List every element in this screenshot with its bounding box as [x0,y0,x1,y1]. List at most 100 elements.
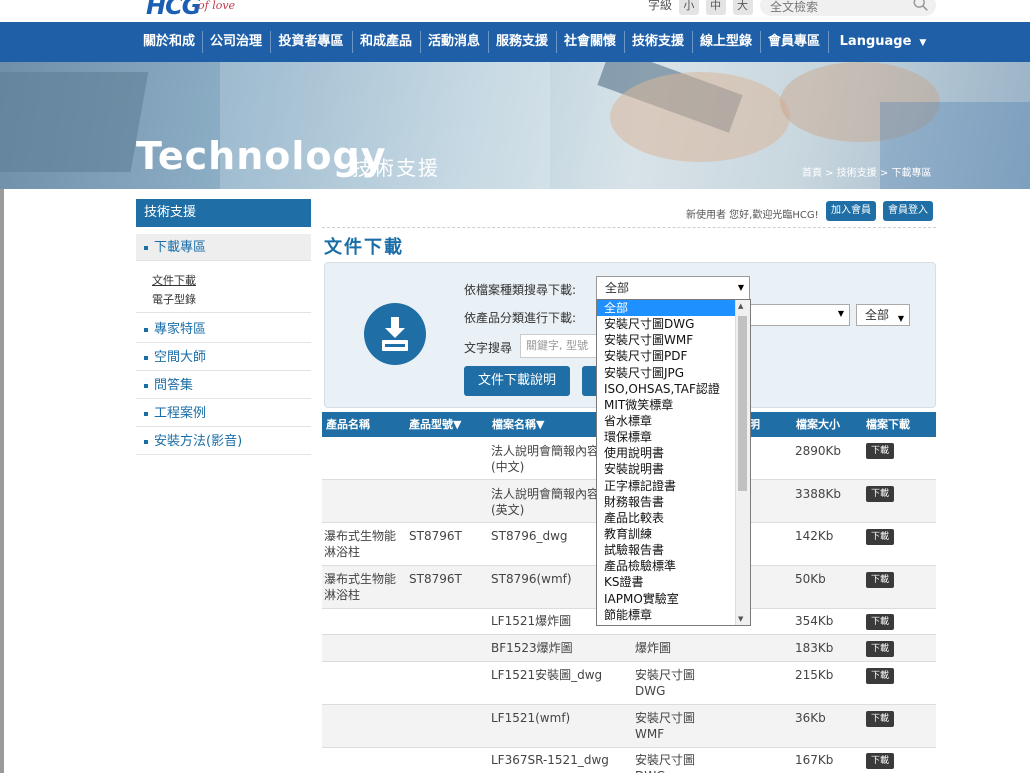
nav-item-members[interactable]: 會員專區 [761,22,827,62]
dropdown-option[interactable]: IAPMO實驗室 [597,591,750,607]
download-button[interactable]: 下載 [866,668,894,684]
dropdown-option[interactable]: 產品比較表 [597,510,750,526]
download-button[interactable]: 下載 [866,711,894,727]
site-search-input[interactable]: 全文檢索 [760,0,936,16]
sidebar-item-downloads[interactable]: 下載專區 [136,234,311,261]
file-type-cell: 安裝尺寸圖WMF [635,711,696,741]
dropdown-option[interactable]: 財務報告書 [597,494,750,510]
file-name-cell: ST8796(wmf) [491,572,572,586]
dropdown-option[interactable]: 環保標章 [597,429,750,445]
sidebar-item-label: 安裝方法(影音) [154,434,243,449]
page-title: 文件下載 [324,237,404,258]
nav-item-events[interactable]: 活動消息 [421,22,487,62]
dropdown-option[interactable]: 安裝尺寸圖JPG [597,365,750,381]
dropdown-option[interactable]: 省水標章 [597,413,750,429]
file-name-cell: 法人說明會簡報內容(英文) [491,487,600,517]
member-login-button[interactable]: 會員登入 [883,201,933,221]
model-cell: ST8796T [409,529,462,543]
dropdown-scrollbar[interactable]: ▲ ▼ [735,300,750,625]
subcategory-select[interactable]: 全部 ▼ [856,304,910,326]
table-row [322,705,936,748]
dropdown-option[interactable]: 安裝尺寸圖DWG [597,316,750,332]
scroll-up-icon[interactable]: ▲ [738,302,743,310]
sidebar-divider [136,312,311,313]
font-size-label: 字級 [648,0,673,12]
font-size-medium-button[interactable]: 中 [705,0,726,15]
dropdown-option[interactable]: 教育訓練 [597,526,750,542]
nav-item-about[interactable]: 關於和成 [136,22,202,62]
dropdown-option[interactable]: KS證書 [597,574,750,590]
col-product-name: 產品名稱 [326,418,370,431]
table-row [322,748,936,773]
dropdown-option[interactable]: ISO,OHSAS,TAF認證 [597,381,750,397]
font-size-large-button[interactable]: 大 [732,0,753,15]
download-button[interactable]: 下載 [866,529,894,545]
col-model-sort[interactable]: 產品型號▼ [409,412,461,437]
download-button[interactable]: 下載 [866,572,894,588]
nav-item-governance[interactable]: 公司治理 [203,22,269,62]
col-download: 檔案下載 [866,418,910,431]
nav-item-catalog[interactable]: 線上型錄 [693,22,759,62]
label-text-search: 文字搜尋 [464,341,513,355]
sidebar-subitem-documents[interactable]: 文件下載 [152,272,196,288]
dropdown-options: 全部 安裝尺寸圖DWG 安裝尺寸圖WMF 安裝尺寸圖PDF 安裝尺寸圖JPG ISO,OH… [597,300,750,623]
dropdown-option[interactable]: 產品檢驗標準 [597,558,750,574]
category-select[interactable]: ▼ [748,304,850,326]
scrollbar-thumb[interactable] [738,316,747,491]
download-button[interactable]: 下載 [866,641,894,657]
breadcrumb[interactable]: 首頁 > 技術支援 > 下載專區 [802,164,931,179]
sidebar-subitem-ecatalog[interactable]: 電子型錄 [152,291,196,307]
bullet-icon [144,327,148,332]
dropdown-option[interactable]: 安裝尺寸圖WMF [597,332,750,348]
download-button[interactable]: 下載 [866,614,894,630]
join-member-button[interactable]: 加入會員 [826,201,876,221]
label-search-by-category: 依產品分類進行下載: [464,311,577,325]
file-size-cell: 183Kb [795,641,834,655]
sidebar-item-projects[interactable]: 工程案例 [136,400,311,427]
sidebar-item-space-master[interactable]: 空間大師 [136,344,311,371]
download-button[interactable]: 下載 [866,486,894,502]
sidebar-item-faq[interactable]: 問答集 [136,372,311,399]
dropdown-option[interactable]: MIT微笑標章 [597,397,750,413]
nav-divider [828,31,829,53]
file-type-cell: 安裝尺寸圖DWG [635,668,696,698]
nav-item-service[interactable]: 服務支援 [489,22,555,62]
language-selector[interactable]: Language ▼ [830,22,936,62]
hcg-logo[interactable]: HCG the touch of love [146,0,251,20]
nav-item-tech-support[interactable]: 技術支援 [625,22,691,62]
dropdown-option[interactable]: 使用說明書 [597,445,750,461]
dropdown-option[interactable]: 節能標章 [597,607,750,623]
file-size-cell: 3388Kb [795,487,842,501]
file-name-cell: ST8796_dwg [491,529,568,543]
col-file-name-sort[interactable]: 檔案名稱▼ [492,412,544,437]
dropdown-option[interactable]: 全部 [597,300,750,317]
dropdown-option[interactable]: 試驗報告書 [597,542,750,558]
sidebar-heading: 技術支援 [136,199,311,227]
download-button[interactable]: 下載 [866,443,894,459]
subcategory-select-value: 全部 [865,308,890,322]
search-icon[interactable] [912,0,930,13]
file-name-cell: LF1521安裝圖_dwg [491,668,603,682]
font-size-small-button[interactable]: 小 [678,0,699,15]
file-name-cell: LF1521(wmf) [491,711,571,725]
sidebar-item-experts[interactable]: 專家特區 [136,316,311,343]
keyword-search-input[interactable]: 關鍵字, 型號 [520,334,600,358]
dropdown-option[interactable]: 正字標記證書 [597,478,750,494]
download-help-button[interactable]: 文件下載說明 [464,366,570,396]
nav-item-investors[interactable]: 投資者專區 [271,22,351,62]
nav-item-products[interactable]: 和成產品 [353,22,419,62]
dropdown-option[interactable]: 安裝尺寸圖PDF [597,348,750,364]
download-button[interactable]: 下載 [866,753,894,769]
nav-item-social[interactable]: 社會關懷 [557,22,623,62]
sidebar-item-label: 空間大師 [154,350,207,365]
divider [322,227,936,228]
dropdown-option[interactable]: 安裝說明書 [597,461,750,477]
label-search-by-type: 依檔案種類搜尋下載: [464,283,577,297]
sidebar-item-install-videos[interactable]: 安裝方法(影音) [136,428,311,455]
file-type-dropdown-list[interactable]: 全部 安裝尺寸圖DWG 安裝尺寸圖WMF 安裝尺寸圖PDF 安裝尺寸圖JPG ISO,OH… [596,299,751,626]
scroll-down-icon[interactable]: ▼ [738,615,743,623]
product-name-cell: 瀑布式生物能淋浴柱 [324,572,397,602]
file-type-select[interactable]: 全部 ▼ [596,276,750,300]
file-name-cell: BF1523爆炸圖 [491,641,573,655]
caret-down-icon: ▼ [837,309,844,318]
